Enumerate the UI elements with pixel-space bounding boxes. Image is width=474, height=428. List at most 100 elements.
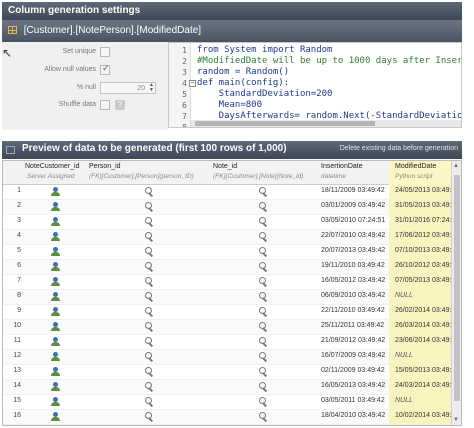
- table-row[interactable]: 7 16/05/2012 03:49:42 07/05/2013 03:49:42: [3, 275, 459, 290]
- col-header-notecustomer-id[interactable]: NoteCustomer_id: [25, 163, 79, 170]
- server-assigned-icon: [51, 337, 60, 346]
- insertion-date-cell: 19/11/2010 03:49:42: [321, 262, 385, 269]
- modified-date-cell: 24/03/2014 03:49:42: [389, 380, 459, 395]
- code-text: #ModifiedDate will be up to 1000 days af…: [197, 56, 462, 66]
- foreign-key-icon: [145, 397, 154, 406]
- modified-date-value: 24/03/2014 03:49:42: [395, 382, 460, 389]
- set-unique-label: Set unique: [62, 48, 96, 55]
- table-row[interactable]: 1702/11/2010 03:49:4221/01/2014 03:49:42: [3, 425, 453, 426]
- col-header-person-id[interactable]: Person_id: [89, 163, 121, 170]
- table-row[interactable]: 16 18/04/2010 03:49:42 10/02/2014 03:49:42: [3, 410, 459, 425]
- server-assigned-icon: [51, 412, 60, 421]
- table-row[interactable]: 11 21/09/2012 03:49:42 23/06/2014 03:49:42: [3, 335, 459, 350]
- mouse-cursor-icon: ↖: [2, 46, 13, 60]
- col-sub-person-id: (FK)[Customer].[Person](person_ID): [89, 173, 194, 180]
- table-row[interactable]: 12 16/07/2009 03:49:42 NULL: [3, 350, 453, 365]
- modified-date-value: 26/02/2014 03:49:42: [395, 307, 460, 314]
- foreign-key-icon: [259, 412, 268, 421]
- row-number: 5: [17, 247, 21, 254]
- table-row[interactable]: 10 25/11/2011 03:49:42 26/03/2014 03:49:42: [3, 320, 459, 335]
- foreign-key-icon: [145, 382, 154, 391]
- col-sub-notecustomer-id: Server Assigned: [27, 173, 75, 180]
- table-row[interactable]: 15 03/05/2011 03:49:42 NULL: [3, 395, 453, 410]
- modified-date-value: 23/06/2014 03:49:42: [395, 337, 460, 344]
- foreign-key-icon: [259, 397, 268, 406]
- table-row[interactable]: 3 03/05/2010 07:24:51 31/01/2016 07:24:51: [3, 215, 459, 230]
- server-assigned-icon: [51, 247, 60, 256]
- code-line[interactable]: 4 def main(config): −: [169, 78, 461, 89]
- window-title: Column generation settings: [8, 5, 141, 16]
- help-icon[interactable]: ?: [115, 100, 125, 110]
- table-row[interactable]: 6 19/11/2010 03:49:42 26/10/2012 03:49:42: [3, 260, 459, 275]
- code-line[interactable]: 1 from System import Random: [169, 45, 461, 56]
- foreign-key-icon: [145, 322, 154, 331]
- col-header-note-id[interactable]: Note_id: [213, 163, 237, 170]
- table-row[interactable]: 1 18/11/2009 03:49:42 24/05/2013 03:49:42: [3, 185, 459, 200]
- modified-date-value: 31/01/2016 07:24:51: [395, 217, 460, 224]
- foreign-key-icon: [259, 247, 268, 256]
- col-header-modified-date[interactable]: ModifiedDate: [395, 163, 436, 170]
- col-sub-modified-date: Python script: [395, 173, 433, 180]
- spin-arrows-icon[interactable]: ▲ ▼: [149, 83, 154, 93]
- scrollbar-thumb[interactable]: [195, 121, 375, 126]
- scrollbar-thumb[interactable]: [454, 175, 460, 401]
- modified-date-value: 26/03/2014 03:49:42: [395, 322, 460, 329]
- modified-date-cell: 31/01/2016 07:24:51: [389, 215, 459, 230]
- server-assigned-icon: [51, 397, 60, 406]
- code-line[interactable]: 5 StandardDeviation=200: [169, 89, 461, 100]
- row-number: 14: [13, 382, 21, 389]
- scroll-down-icon[interactable]: ▼: [453, 417, 459, 423]
- preview-title: Preview of data to be generated (first 1…: [22, 143, 287, 154]
- code-line[interactable]: 2 #ModifiedDate will be up to 1000 days a…: [169, 56, 462, 67]
- table-row[interactable]: 5 20/07/2013 03:49:42 07/10/2013 03:49:42: [3, 245, 459, 260]
- table-row[interactable]: 2 03/01/2009 03:49:42 31/05/2013 03:49:42: [3, 200, 459, 215]
- editor-horizontal-scrollbar[interactable]: [191, 120, 461, 127]
- row-number: 15: [13, 397, 21, 404]
- table-row[interactable]: 8 06/09/2010 03:49:42 NULL: [3, 290, 453, 305]
- insertion-date-cell: 22/07/2010 03:49:42: [321, 232, 386, 239]
- code-line[interactable]: 3 random = Random(): [169, 67, 461, 78]
- server-assigned-icon: [51, 187, 60, 196]
- modified-date-value: 07/05/2013 03:49:42: [395, 277, 460, 284]
- server-assigned-icon: [51, 322, 60, 331]
- table-row[interactable]: 13 02/11/2009 03:49:42 15/05/2013 03:49:42: [3, 365, 459, 380]
- table-row[interactable]: 9 22/11/2010 03:49:42 26/02/2014 03:49:42: [3, 305, 459, 320]
- row-number: 4: [17, 232, 21, 239]
- server-assigned-icon: [51, 232, 60, 241]
- modified-date-value: 26/10/2012 03:49:42: [395, 262, 460, 269]
- python-script-editor[interactable]: 1 from System import Random 2 #ModifiedDate…: [168, 42, 462, 128]
- insertion-date-cell: 06/09/2010 03:49:42: [321, 292, 386, 299]
- code-text: random = Random(): [197, 67, 290, 77]
- modified-date-cell: NULL: [389, 395, 451, 410]
- insertion-date-cell: 03/05/2011 03:49:42: [321, 397, 385, 404]
- scroll-up-icon[interactable]: ▲: [453, 163, 459, 169]
- fold-toggle-icon[interactable]: −: [189, 80, 196, 87]
- foreign-key-icon: [145, 277, 154, 286]
- line-number: 1: [182, 46, 187, 55]
- table-row[interactable]: 14 16/05/2013 03:49:42 24/03/2014 03:49:42: [3, 380, 459, 395]
- shuffle-checkbox[interactable]: [100, 100, 110, 110]
- allow-null-checkbox[interactable]: [100, 63, 110, 75]
- modified-date-value: NULL: [395, 397, 413, 404]
- foreign-key-icon: [145, 337, 154, 346]
- table-row[interactable]: 4 22/07/2010 03:49:42 17/06/2012 03:49:42: [3, 230, 459, 245]
- foreign-key-icon: [145, 367, 154, 376]
- modified-date-cell: 07/10/2013 03:49:42: [389, 245, 459, 260]
- col-header-insertion-date[interactable]: InsertionDate: [321, 163, 363, 170]
- foreign-key-icon: [259, 382, 268, 391]
- row-number: 11: [13, 337, 21, 344]
- pct-null-stepper[interactable]: 20 ▲ ▼: [100, 82, 156, 94]
- modified-date-cell: 21/01/2014 03:49:42: [389, 425, 451, 426]
- preview-data-grid: NoteCustomer_id Server Assigned Person_i…: [2, 160, 462, 426]
- foreign-key-icon: [259, 337, 268, 346]
- insertion-date-cell: 20/07/2013 03:49:42: [321, 247, 386, 254]
- line-number: 6: [182, 101, 187, 110]
- foreign-key-icon: [259, 352, 268, 361]
- row-number: 12: [13, 352, 21, 359]
- modified-date-value: 15/05/2013 03:49:42: [395, 367, 460, 374]
- delete-existing-data-option[interactable]: Delete existing data before generation: [340, 145, 458, 152]
- grid-vertical-scrollbar[interactable]: ▲ ▼: [451, 161, 461, 425]
- row-number: 8: [17, 292, 21, 299]
- code-line[interactable]: 6 Mean=800: [169, 100, 461, 111]
- set-unique-checkbox[interactable]: [100, 47, 110, 57]
